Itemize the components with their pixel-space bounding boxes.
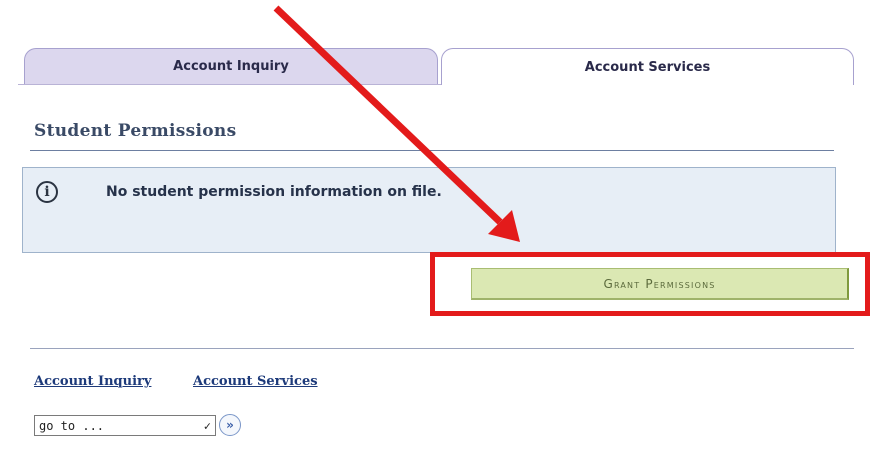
footer-link-account-inquiry[interactable]: Account Inquiry xyxy=(34,374,151,389)
footer-link-account-services[interactable]: Account Services xyxy=(193,374,318,389)
chevron-down-icon: ✓ xyxy=(203,418,211,433)
footer-divider xyxy=(30,348,854,349)
goto-selected-value: go to ... xyxy=(39,418,105,433)
goto-select[interactable]: go to ... ✓ xyxy=(34,415,216,436)
double-chevron-right-icon[interactable]: » xyxy=(219,414,241,436)
